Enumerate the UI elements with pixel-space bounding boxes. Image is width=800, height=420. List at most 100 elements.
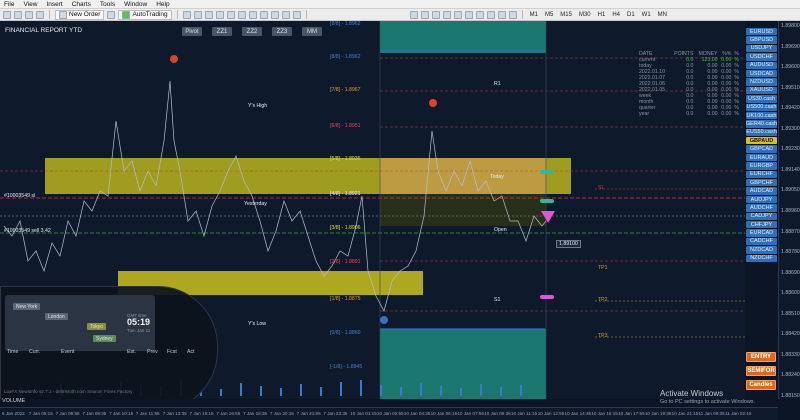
timeframe-m30[interactable]: M30	[577, 12, 593, 18]
symbol-button[interactable]: AUDUSD	[746, 61, 777, 69]
symbol-button[interactable]: XAUUSD	[746, 86, 777, 95]
time-tick-label: 7 Jan 06:55	[55, 411, 80, 416]
symbol-button[interactable]: USDCHF	[746, 53, 777, 61]
sell-signal-icon[interactable]	[170, 55, 178, 63]
menu-tools[interactable]: Tools	[100, 1, 115, 8]
price-tick-label: 1.88420	[781, 331, 800, 338]
symbol-button[interactable]: NZDCHF	[746, 254, 777, 262]
menu-charts[interactable]: Charts	[72, 1, 91, 8]
navigator-icon[interactable]	[36, 10, 44, 19]
chart-shift-icon[interactable]	[259, 10, 268, 19]
market-watch-icon[interactable]	[25, 10, 33, 19]
crosshair-icon[interactable]	[420, 10, 429, 19]
symbol-button[interactable]: GBPAUD	[746, 137, 777, 145]
order-sell-label[interactable]: #10003549 sell 3.42	[4, 228, 51, 234]
indicators-icon[interactable]	[270, 10, 279, 19]
symbol-button[interactable]: US500.cash	[746, 103, 777, 111]
tp1-label: TP1	[598, 265, 608, 271]
timeframe-m15[interactable]: M15	[558, 12, 574, 18]
cursor-icon[interactable]	[409, 10, 418, 19]
timeframe-h4[interactable]: H4	[610, 12, 622, 18]
symbol-button[interactable]: AUDCAD	[746, 187, 777, 195]
entry-button[interactable]: ENTRY	[746, 352, 776, 362]
timeframe-d1[interactable]: D1	[625, 12, 637, 18]
zoom-in-icon[interactable]	[215, 10, 224, 19]
chart-title: FINANCIAL REPORT YTD	[5, 27, 83, 34]
templates-icon[interactable]	[292, 10, 301, 19]
menu-insert[interactable]: Insert	[46, 1, 62, 8]
timeframe-m5[interactable]: M5	[543, 12, 555, 18]
timeframe-mn[interactable]: MN	[656, 12, 669, 18]
symbol-button[interactable]: CADCHF	[746, 237, 777, 246]
zz2-button[interactable]: ZZ2	[242, 27, 262, 36]
symbol-button[interactable]: EURAUD	[746, 153, 777, 162]
menu-window[interactable]: Window	[124, 1, 147, 8]
pivot-button[interactable]: Pivot	[182, 27, 202, 36]
channel-icon[interactable]	[464, 10, 473, 19]
city-london: London	[45, 313, 68, 320]
symbol-button[interactable]: AUDJPY	[746, 195, 777, 204]
menu-view[interactable]: View	[23, 1, 37, 8]
autoscroll-icon[interactable]	[248, 10, 257, 19]
semifor-button[interactable]: SEMIFOR	[746, 366, 776, 376]
symbol-button[interactable]: EUS50.cash	[746, 128, 777, 137]
new-order-button[interactable]: New Order	[55, 9, 105, 20]
zz3-button[interactable]: ZZ3	[272, 27, 292, 36]
label-icon[interactable]	[497, 10, 506, 19]
line-chart-icon[interactable]	[204, 10, 213, 19]
vertical-line-icon[interactable]	[431, 10, 440, 19]
symbol-button[interactable]: USDJPY	[746, 44, 777, 53]
arrows-icon[interactable]	[508, 10, 517, 19]
symbol-button[interactable]: EURCAD	[746, 229, 777, 237]
menu-help[interactable]: Help	[156, 1, 169, 8]
symbol-button[interactable]: UK100.cash	[746, 111, 777, 120]
periods-icon[interactable]	[281, 10, 290, 19]
symbol-button[interactable]: GBPCHF	[746, 179, 777, 187]
text-icon[interactable]	[486, 10, 495, 19]
trendline-icon[interactable]	[453, 10, 462, 19]
mm-button[interactable]: MM	[302, 27, 322, 36]
time-tick-label: 7 Jan 13:35	[162, 411, 187, 416]
fibonacci-icon[interactable]	[475, 10, 484, 19]
timeframe-m1[interactable]: M1	[528, 12, 540, 18]
symbol-button[interactable]: EURGBP	[746, 162, 777, 170]
autotrading-button[interactable]: AutoTrading	[118, 9, 172, 20]
order-sl-label[interactable]: #10003549 sl	[4, 193, 35, 199]
profiles-icon[interactable]	[14, 10, 22, 19]
tile-windows-icon[interactable]	[237, 10, 246, 19]
symbol-button[interactable]: AUDCHF	[746, 204, 777, 212]
sell-signal-icon[interactable]	[429, 99, 437, 107]
new-chart-icon[interactable]	[3, 10, 11, 19]
mm-level-0: [0/8] - 1.8860	[330, 330, 361, 336]
zoom-out-icon[interactable]	[226, 10, 235, 19]
symbol-button[interactable]: GBPCAD	[746, 145, 777, 153]
sl-handle[interactable]	[540, 295, 554, 299]
zz1-button[interactable]: ZZ1	[212, 27, 232, 36]
symbol-button[interactable]: NZDCAD	[746, 246, 777, 254]
menu-file[interactable]: File	[4, 1, 14, 8]
candle-chart-icon[interactable]	[193, 10, 202, 19]
timeframe-h1[interactable]: H1	[596, 12, 608, 18]
price-tick-label: 1.89420	[781, 105, 800, 112]
buy-signal-icon[interactable]	[380, 316, 388, 324]
metaeditor-icon[interactable]	[107, 10, 116, 19]
symbol-button[interactable]: CADJPY	[746, 212, 777, 220]
entry-handle[interactable]	[540, 199, 554, 203]
bar-chart-icon[interactable]	[182, 10, 191, 19]
symbol-button[interactable]: USDCAD	[746, 69, 777, 78]
symbol-button[interactable]: US30.cash	[746, 95, 777, 103]
symbol-button[interactable]: NZDUSD	[746, 78, 777, 86]
symbol-button[interactable]: EURUSD	[746, 28, 777, 36]
horizontal-line-icon[interactable]	[442, 10, 451, 19]
time-tick-label: 11 Jan 00:35	[698, 411, 725, 416]
price-tick-label: 1.88510	[781, 310, 800, 317]
time-tick-label: 10 Jan 16:15	[591, 411, 618, 416]
tp-handle[interactable]	[540, 170, 554, 174]
symbol-button[interactable]: GBPUSD	[746, 36, 777, 44]
symbol-button[interactable]: EURCHF	[746, 170, 777, 179]
symbol-button[interactable]: CHFJPY	[746, 220, 777, 229]
timeframe-w1[interactable]: W1	[640, 12, 653, 18]
chart-window[interactable]: FINANCIAL REPORT YTD Pivot ZZ1 ZZ2 ZZ3 M…	[0, 21, 745, 399]
symbol-button[interactable]: GER40.cash	[746, 120, 777, 128]
mm-level-5: [5/8] - 1.8936	[330, 156, 361, 162]
